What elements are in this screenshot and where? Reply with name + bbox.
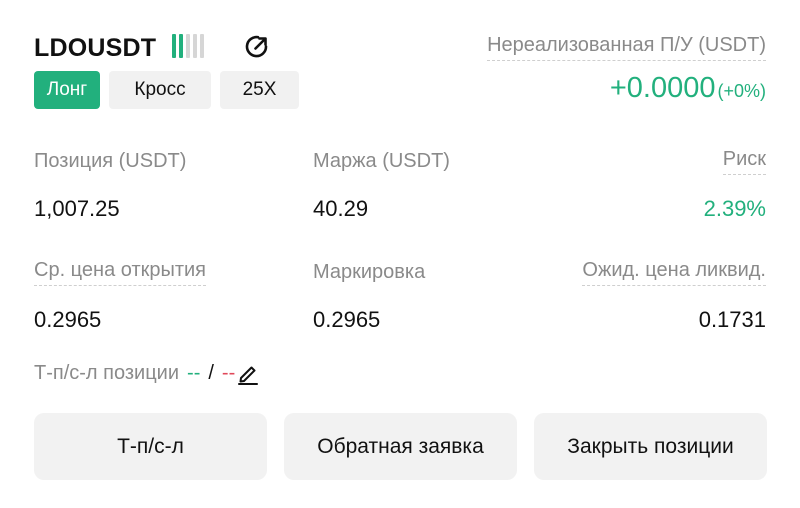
unrealized-pnl-label[interactable]: Нереализованная П/У (USDT): [487, 34, 766, 61]
tpsl-button[interactable]: Т-п/с-л: [34, 413, 267, 480]
margin-value: 40.29: [313, 196, 369, 221]
avg-open-price-value: 0.2965: [34, 307, 102, 332]
position-tpsl-label: Т-п/с-л позиции: [34, 362, 180, 384]
share-icon-graphic: [245, 35, 268, 58]
pencil-icon[interactable]: [237, 363, 259, 385]
position-tpsl-row: Т-п/с-л позиции -- / --: [34, 362, 259, 385]
est-liq-price-value: 0.1731: [698, 307, 766, 332]
unrealized-pnl-value: +0.0000 (+0%): [610, 72, 766, 105]
close-position-button[interactable]: Закрыть позиции: [534, 413, 767, 480]
tpsl-separator: /: [208, 362, 214, 384]
risk-bar: [172, 34, 176, 58]
risk-value: 2.39%: [703, 196, 766, 221]
risk-bar: [186, 34, 190, 58]
take-profit-value: --: [187, 362, 201, 384]
share-icon[interactable]: [242, 32, 272, 62]
position-label: Позиция (USDT): [34, 150, 187, 172]
reverse-order-button[interactable]: Обратная заявка: [284, 413, 517, 480]
position-value: 1,007.25: [34, 196, 120, 221]
side-badge-long: Лонг: [34, 71, 100, 109]
unrealized-pnl-percent: (+0%): [717, 81, 766, 101]
margin-mode-badge[interactable]: Кросс: [109, 71, 211, 109]
pencil-icon-graphic: [238, 366, 259, 385]
risk-level-bars: [172, 34, 204, 58]
margin-label: Маржа (USDT): [313, 150, 450, 172]
mark-price-label: Маркировка: [313, 261, 426, 283]
est-liq-price-label[interactable]: Ожид. цена ликвид.: [582, 259, 766, 286]
leverage-badge[interactable]: 25X: [220, 71, 299, 109]
mark-price-value: 0.2965: [313, 307, 381, 332]
avg-open-price-label[interactable]: Ср. цена открытия: [34, 259, 207, 286]
risk-label[interactable]: Риск: [722, 148, 766, 175]
risk-bar: [200, 34, 204, 58]
stop-loss-value: --: [221, 362, 236, 384]
risk-bar: [179, 34, 183, 58]
symbol-title[interactable]: LDOUSDT: [34, 34, 156, 63]
unrealized-pnl-amount: +0.0000: [609, 72, 716, 104]
risk-bar: [193, 34, 197, 58]
